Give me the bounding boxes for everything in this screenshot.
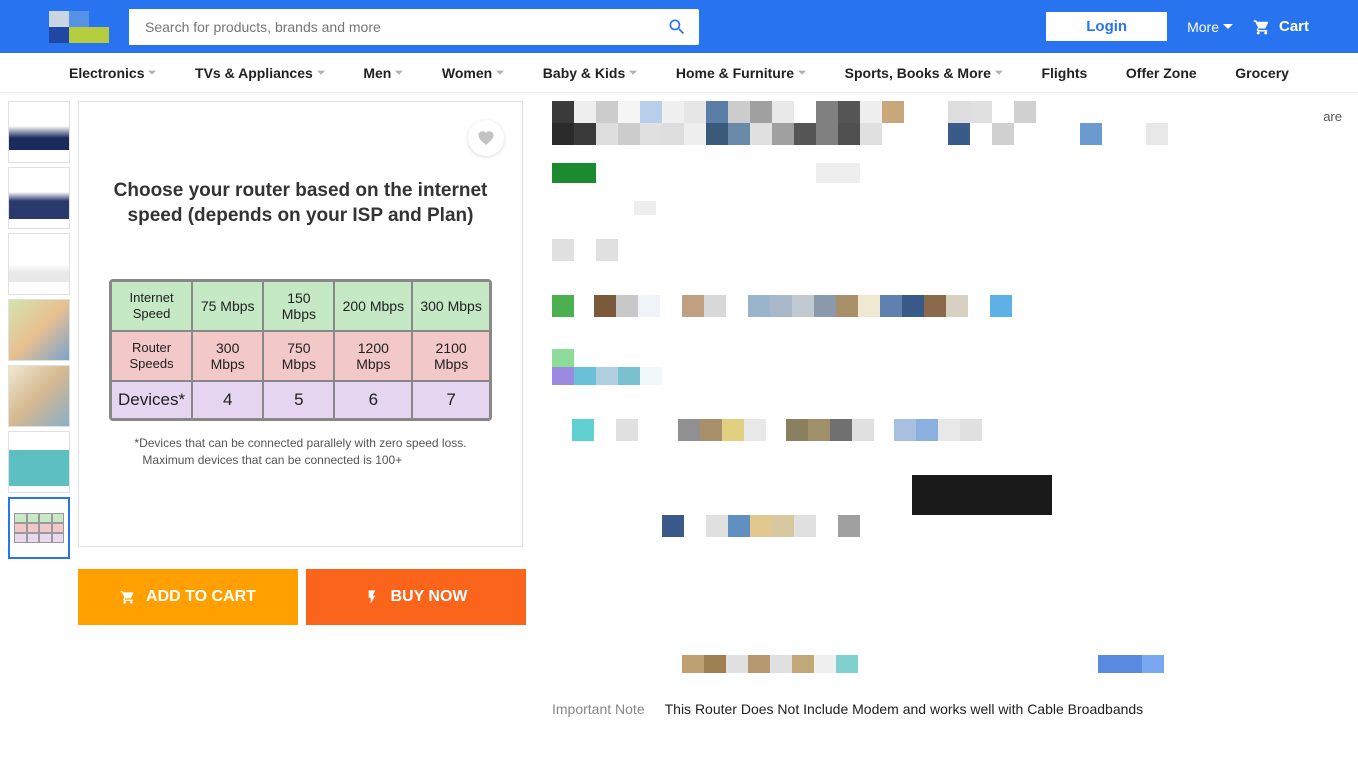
search-bar [129,9,699,45]
obscured-delivery-area [552,419,1350,441]
thumbnail-3[interactable] [8,233,70,295]
buy-now-button[interactable]: BUY NOW [306,569,526,625]
nav-offer-zone[interactable]: Offer Zone [1126,65,1197,81]
chevron-down-icon [395,69,403,77]
thumbnail-1[interactable] [8,101,70,163]
chevron-down-icon [995,69,1003,77]
nav-men[interactable]: Men [363,65,403,81]
flash-icon [364,589,380,605]
cart-link[interactable]: Cart [1253,18,1309,36]
product-gallery: Choose your router based on the internet… [8,101,526,559]
thumbnail-5[interactable] [8,365,70,427]
nav-women[interactable]: Women [442,65,504,81]
login-button[interactable]: Login [1046,12,1167,41]
th-router-speeds: Router Speeds [111,331,192,381]
obscured-highlights-area [552,655,1350,677]
chevron-down-icon [496,69,504,77]
chevron-down-icon [629,69,637,77]
heart-icon [477,129,495,147]
nav-baby-kids[interactable]: Baby & Kids [543,65,637,81]
nav-flights[interactable]: Flights [1041,65,1087,81]
obscured-title-area [552,101,1350,145]
nav-tvs-appliances[interactable]: TVs & Appliances [195,65,325,81]
cart-icon [120,589,136,605]
search-icon [667,17,687,37]
add-to-cart-button[interactable]: ADD TO CART [78,569,298,625]
add-to-cart-label: ADD TO CART [146,588,256,606]
important-note-row: Important Note This Router Does Not Incl… [552,701,1350,717]
thumbnail-2[interactable] [8,167,70,229]
site-logo[interactable] [49,11,109,43]
table-footnote: *Devices that can be connected parallely… [134,435,466,469]
chevron-down-icon [148,69,156,77]
product-details: are [542,101,1350,717]
nav-grocery[interactable]: Grocery [1235,65,1289,81]
main-image-panel: Choose your router based on the internet… [78,101,523,547]
search-input[interactable] [129,9,655,45]
chevron-down-icon [1223,22,1233,32]
buy-now-label: BUY NOW [390,588,467,606]
obscured-offers-area [552,295,1350,385]
obscured-services-area [552,475,1350,537]
category-navbar: Electronics TVs & Appliances Men Women B… [0,53,1358,93]
chevron-down-icon [317,69,325,77]
share-label-fragment: are [1323,109,1342,124]
site-header: Login More Cart [0,0,1358,53]
wishlist-button[interactable] [468,120,504,156]
thumbnail-7[interactable] [8,497,70,559]
nav-home-furniture[interactable]: Home & Furniture [676,65,806,81]
more-label: More [1187,19,1219,35]
more-link[interactable]: More [1187,19,1233,35]
obscured-rating-area [552,163,1350,261]
important-note-label: Important Note [552,701,645,717]
thumbnail-4[interactable] [8,299,70,361]
th-devices: Devices* [111,381,192,419]
th-internet-speed: Internet Speed [111,281,192,331]
thumbnail-list [8,101,70,559]
cart-icon [1253,18,1271,36]
nav-electronics[interactable]: Electronics [69,65,156,81]
important-note-text: This Router Does Not Include Modem and w… [665,701,1144,717]
speed-table: Internet Speed 75 Mbps 150 Mbps 200 Mbps… [109,279,492,421]
image-title: Choose your router based on the internet… [109,179,492,228]
nav-sports-books[interactable]: Sports, Books & More [845,65,1003,81]
search-button[interactable] [655,9,699,45]
chevron-down-icon [798,69,806,77]
cta-row: ADD TO CART BUY NOW [78,569,526,625]
thumbnail-6[interactable] [8,431,70,493]
cart-label: Cart [1279,18,1309,35]
